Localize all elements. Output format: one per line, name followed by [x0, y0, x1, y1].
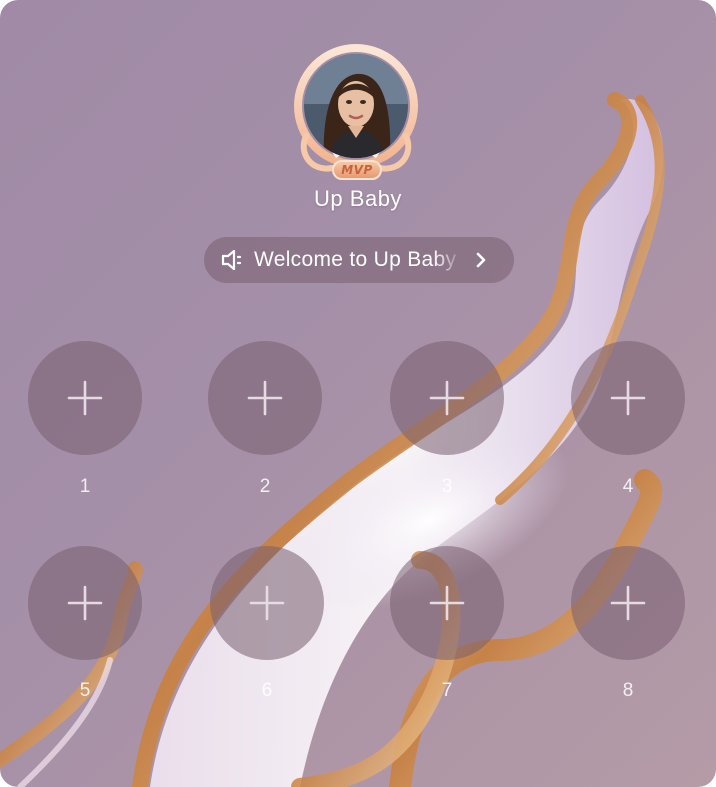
plus-icon	[249, 585, 285, 621]
host-name: Up Baby	[314, 186, 402, 211]
seat-3-label: 3	[441, 476, 453, 497]
seat-1-label: 1	[79, 476, 91, 497]
seat-5-button[interactable]	[28, 546, 142, 660]
seat-5-label: 5	[79, 680, 91, 701]
plus-icon	[247, 380, 283, 416]
seat-2-button[interactable]	[208, 341, 322, 455]
seat-3-button[interactable]	[390, 341, 504, 455]
seat-2-label: 2	[259, 476, 271, 497]
plus-icon	[610, 585, 646, 621]
notice-text: Welcome to Up Baby	[254, 248, 457, 271]
speaker-icon	[221, 249, 242, 271]
seat-6-label: 6	[261, 680, 273, 701]
plus-icon	[67, 380, 103, 416]
room-notice[interactable]: Welcome to Up Baby	[204, 237, 514, 283]
plus-icon	[610, 380, 646, 416]
seat-7-label: 7	[441, 680, 453, 701]
seat-8-button[interactable]	[571, 546, 685, 660]
seat-6-button[interactable]	[210, 546, 324, 660]
plus-icon	[429, 585, 465, 621]
seat-4-button[interactable]	[571, 341, 685, 455]
notice-text-clip: Welcome to Up Baby	[254, 248, 464, 272]
host-seat[interactable]: MVP	[292, 44, 424, 184]
voice-room: MVP Up Baby Welcome to Up Baby 1 2 3 4 5	[0, 0, 716, 787]
plus-icon	[67, 585, 103, 621]
seat-4-label: 4	[622, 476, 634, 497]
mvp-badge: MVP	[332, 160, 382, 180]
chevron-right-icon[interactable]	[474, 251, 488, 269]
seat-1-button[interactable]	[28, 341, 142, 455]
seat-8-label: 8	[622, 680, 634, 701]
host-avatar[interactable]	[304, 54, 408, 158]
plus-icon	[429, 380, 465, 416]
seat-7-button[interactable]	[390, 546, 504, 660]
